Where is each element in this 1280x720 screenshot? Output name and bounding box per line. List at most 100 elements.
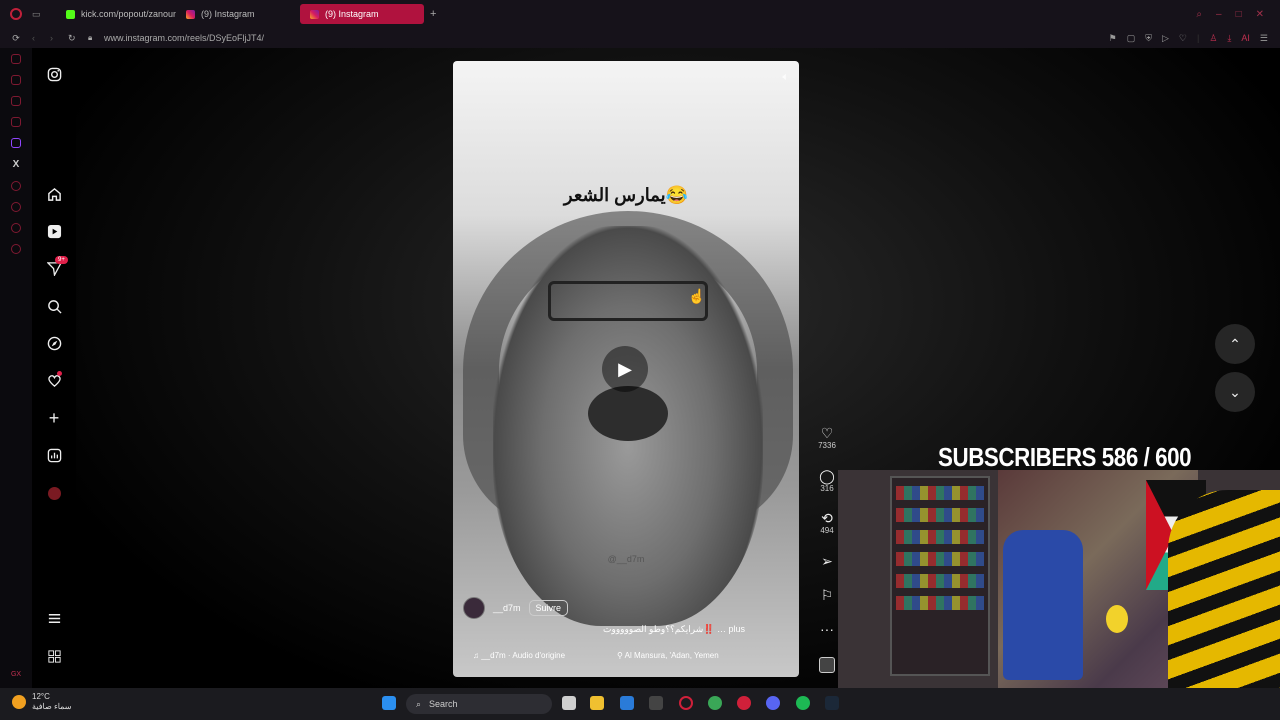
tab-instagram[interactable]: (9) Instagram (176, 4, 300, 24)
reel-audio[interactable]: ♫ __d7m · Audio d'origine (473, 651, 565, 660)
sidebar-clock-icon[interactable] (11, 202, 21, 212)
webcam-shelf (890, 476, 990, 676)
maximize-icon[interactable]: □ (1236, 9, 1242, 20)
messages-badge: 9+ (55, 256, 68, 264)
tab-kick[interactable]: kick.com/popout/zanoun… (56, 4, 176, 24)
chart-icon[interactable] (46, 447, 62, 463)
copilot-icon[interactable] (620, 696, 634, 710)
spotify-icon[interactable] (796, 696, 810, 710)
forward-icon[interactable]: › (50, 33, 68, 43)
menu-icon[interactable] (46, 610, 62, 626)
snapshot-icon[interactable]: ▢ (1127, 33, 1136, 44)
apps-icon[interactable] (46, 648, 62, 664)
location-label: Al Mansura, 'Adan, Yemen (624, 651, 719, 660)
sidebar-gx-icon[interactable]: GX (11, 671, 21, 678)
reel-video[interactable]: 🔈︎ يمارس الشعر😂 ▶ @__d7m __d7m Suivre شر… (453, 61, 799, 677)
tab-label: kick.com/popout/zanoun… (81, 9, 176, 19)
new-tab-button[interactable]: + (430, 8, 436, 20)
ai-button[interactable]: AI (1241, 33, 1250, 43)
close-icon[interactable]: ✕ (1256, 9, 1264, 20)
opera-gx-icon[interactable] (679, 696, 693, 710)
reel-author: __d7m Suivre (463, 597, 569, 619)
weather-widget[interactable]: 12°C سماء صافية (12, 692, 72, 712)
sidebar-instagram-icon[interactable] (11, 117, 21, 127)
chrome-icon[interactable] (708, 696, 722, 710)
tab-actions-icon[interactable]: ▭ (32, 9, 56, 20)
compass-icon[interactable] (46, 335, 62, 351)
search-icon[interactable] (46, 298, 62, 314)
reels-icon[interactable] (46, 223, 62, 239)
avatar-icon[interactable] (46, 485, 62, 501)
previous-reel-button[interactable]: ⌃ (1215, 324, 1255, 364)
volume-icon[interactable]: 🔈︎ (782, 71, 789, 84)
video-frame-mouth (588, 386, 668, 441)
sidebar-settings-icon[interactable] (11, 244, 21, 254)
browser-sidebar: X GX (0, 48, 32, 688)
reload-sidebar-icon[interactable]: ⟳ (0, 33, 32, 44)
follow-button[interactable]: Suivre (528, 600, 569, 616)
instagram-sidebar: 9+ + (32, 48, 76, 688)
tab-label: (9) Instagram (325, 9, 379, 19)
sidebar-extension-icon[interactable] (11, 223, 21, 233)
profile-icon[interactable]: ♙ (1209, 33, 1217, 44)
minimize-icon[interactable]: – (1216, 9, 1222, 20)
video-caption-overlay: يمارس الشعر😂 (563, 185, 689, 205)
menu-icon[interactable]: ☰ (1260, 33, 1268, 44)
back-icon[interactable]: ‹ (32, 33, 50, 43)
instagram-icon[interactable] (46, 66, 62, 82)
sidebar-twitch-icon[interactable] (11, 138, 21, 148)
tab-label: (9) Instagram (201, 9, 255, 19)
search-icon: ⌕ (416, 698, 422, 709)
heart-icon[interactable] (46, 371, 62, 388)
address-bar-row: ⟳ ‹ › ↻ 🔒︎ www.instagram.com/reels/DSyEo… (0, 28, 1280, 48)
opera-icon[interactable] (737, 696, 751, 710)
search-placeholder: Search (429, 699, 458, 709)
lock-icon: 🔒︎ (88, 33, 93, 42)
task-view-icon[interactable] (562, 696, 576, 710)
like-button[interactable]: ♡ 7336 (812, 425, 842, 450)
reel-caption[interactable]: شرايكم؟؟وطو الصوووووت‼️ … plus (603, 624, 745, 635)
sidebar-player-icon[interactable] (11, 181, 21, 191)
author-name[interactable]: __d7m (493, 603, 521, 613)
discord-icon[interactable] (766, 696, 780, 710)
chevron-down-icon: ⌄ (1229, 383, 1241, 400)
sidebar-x-icon[interactable]: X (13, 159, 20, 170)
reel-location[interactable]: ⚲ Al Mansura, 'Adan, Yemen (617, 651, 719, 660)
notification-dot (57, 371, 62, 376)
tab-instagram-active[interactable]: (9) Instagram (300, 4, 424, 24)
send-icon[interactable]: 9+ (46, 256, 68, 276)
home-icon[interactable] (46, 186, 62, 202)
next-reel-button[interactable]: ⌄ (1215, 372, 1255, 412)
shield-icon[interactable]: ⛨ (1145, 33, 1152, 44)
url-field[interactable]: www.instagram.com/reels/DSyEoFljJT4/ (104, 33, 264, 43)
chevron-up-icon: ⌃ (1229, 335, 1241, 352)
browser-tab-bar: ▭ kick.com/popout/zanoun… (9) Instagram … (0, 0, 1280, 28)
taskbar-search[interactable]: ⌕ Search (406, 694, 552, 714)
search-tabs-icon[interactable]: ⌕ (1196, 9, 1202, 20)
windows-start-icon[interactable] (382, 696, 396, 710)
favorite-icon[interactable]: ♡ (1179, 33, 1187, 44)
player-icon[interactable]: ▷ (1162, 33, 1169, 44)
sidebar-messenger-icon[interactable] (11, 96, 21, 106)
bookmark-icon[interactable]: ⚑ (1109, 33, 1117, 44)
weather-sun-icon (12, 695, 26, 709)
sidebar-history-icon[interactable] (11, 54, 21, 64)
sidebar-aria-icon[interactable] (11, 75, 21, 85)
music-icon: ♫ (473, 651, 482, 660)
taskbar: 12°C سماء صافية ⌕ Search (0, 688, 1280, 720)
instagram-favicon-icon (310, 9, 319, 19)
download-icon[interactable]: ⤓ (1227, 33, 1231, 44)
webcam-person (1168, 490, 1280, 720)
opera-logo-icon[interactable] (0, 8, 32, 20)
author-avatar[interactable] (463, 597, 485, 619)
like-count: 7336 (818, 441, 836, 450)
store-icon[interactable] (649, 696, 663, 710)
plus-icon[interactable]: + (46, 408, 62, 428)
file-explorer-icon[interactable] (590, 696, 604, 710)
reload-icon[interactable]: ↻ (68, 33, 88, 44)
play-button[interactable]: ▶ (602, 346, 648, 392)
steam-icon[interactable] (825, 696, 839, 710)
weather-description: سماء صافية (32, 702, 72, 711)
weather-temperature: 12°C (32, 692, 50, 701)
webcam-feed (838, 470, 1280, 720)
